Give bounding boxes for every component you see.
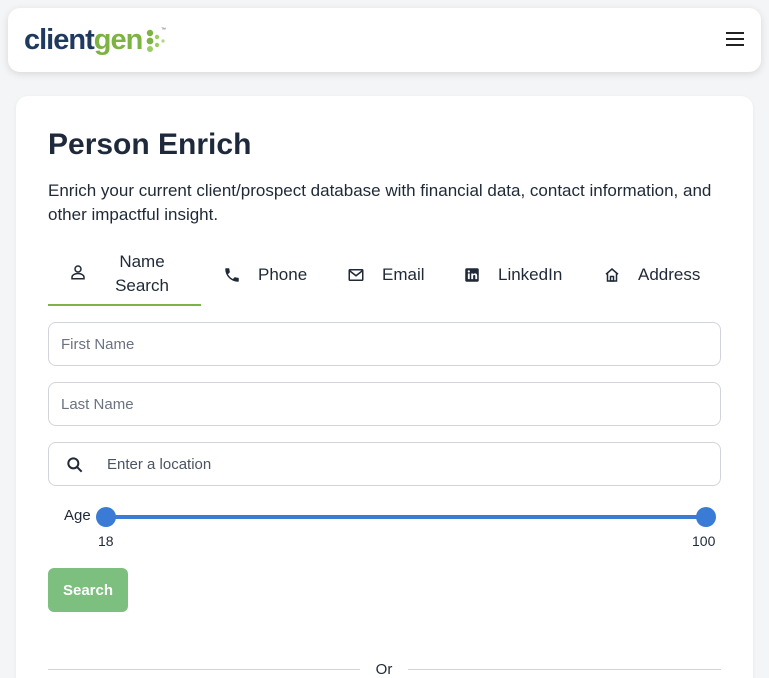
tab-phone-label: Phone [258, 265, 308, 284]
home-icon [602, 265, 622, 285]
first-name-field [48, 322, 721, 366]
location-input[interactable] [49, 443, 720, 485]
logo-text-client: client [24, 24, 95, 56]
age-label: Age [64, 507, 91, 524]
age-range-slider[interactable] [96, 506, 716, 528]
tab-linkedin-label: LinkedIn [498, 265, 563, 284]
age-slider-track[interactable] [106, 515, 706, 519]
age-max-value: 100 [692, 533, 716, 549]
search-type-tabs: Name Search Phone Email LinkedIn Address [48, 244, 721, 306]
page-description: Enrich your current client/prospect data… [48, 181, 712, 224]
last-name-input[interactable] [49, 383, 720, 425]
tab-name-label-line2: Search [115, 276, 169, 295]
logo-trademark: ™ [161, 27, 166, 33]
or-divider-left [48, 669, 360, 670]
or-divider-right [408, 669, 721, 670]
age-min-value: 18 [98, 533, 114, 549]
last-name-field [48, 382, 721, 426]
person-icon [68, 262, 88, 282]
linkedin-icon [462, 265, 482, 285]
page-title: Person Enrich [48, 128, 252, 161]
tab-address-label: Address [638, 265, 701, 284]
search-icon [67, 457, 83, 473]
mail-icon [346, 265, 366, 285]
or-label: Or [375, 661, 393, 678]
clientgen-logo[interactable]: clientgen ™ [24, 22, 168, 58]
hamburger-menu-icon[interactable] [723, 28, 747, 52]
age-max-handle[interactable] [696, 507, 716, 527]
tab-name-search[interactable]: Name Search [48, 244, 201, 306]
first-name-input[interactable] [49, 323, 720, 365]
tab-email[interactable]: Email [346, 244, 425, 306]
tab-linkedin[interactable]: LinkedIn [462, 244, 562, 306]
tab-name-search-label: Name Search [114, 250, 170, 298]
top-header: clientgen ™ [8, 8, 761, 72]
person-enrich-card: Person Enrich Enrich your current client… [16, 96, 753, 678]
tab-address[interactable]: Address [602, 244, 700, 306]
tab-phone[interactable]: Phone [222, 244, 307, 306]
tab-email-label: Email [382, 265, 425, 284]
search-button[interactable]: Search [48, 568, 128, 612]
location-field [48, 442, 721, 486]
tab-name-label-line1: Name [119, 252, 165, 271]
age-min-handle[interactable] [96, 507, 116, 527]
logo-text-gen: gen [93, 24, 144, 56]
logo-dots-icon: ™ [146, 27, 166, 52]
phone-icon [222, 265, 242, 285]
